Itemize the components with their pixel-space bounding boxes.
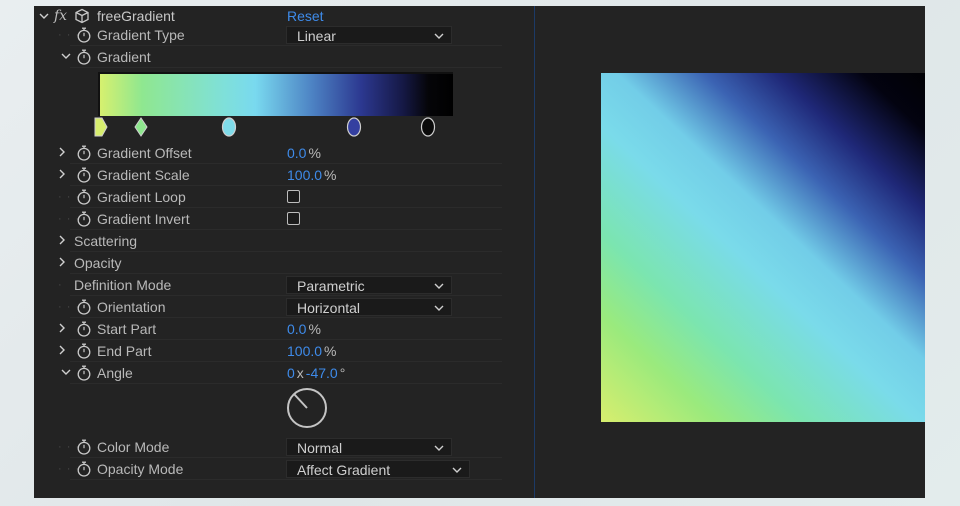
gradient-color-stop[interactable] <box>94 117 108 142</box>
start-part-label: Start Part <box>97 321 157 337</box>
color-mode-value: Normal <box>297 440 343 456</box>
twirl-right-icon[interactable] <box>56 233 68 247</box>
stopwatch-icon[interactable] <box>76 461 92 477</box>
effect-controls-panel: fx freeGradient Reset · · · Gradient Typ… <box>34 6 502 498</box>
chevron-down-icon <box>433 27 445 45</box>
definition-mode-value: Parametric <box>297 278 365 294</box>
gradient-invert-checkbox[interactable] <box>287 212 300 225</box>
panel-divider[interactable] <box>534 6 535 498</box>
stopwatch-icon[interactable] <box>76 145 92 161</box>
gradient-loop-label: Gradient Loop <box>97 189 186 205</box>
after-effects-window: fx freeGradient Reset · · · Gradient Typ… <box>34 6 925 498</box>
angle-degrees[interactable]: -47.0 <box>306 365 338 381</box>
reset-link[interactable]: Reset <box>287 6 324 26</box>
twirl-right-icon[interactable] <box>56 321 68 335</box>
gradient-type-label: Gradient Type <box>97 27 185 43</box>
gradient-loop-row: · · · Gradient Loop <box>34 186 502 208</box>
opacity-mode-label: Opacity Mode <box>97 461 184 477</box>
chevron-down-icon <box>433 439 445 457</box>
opacity-mode-value: Affect Gradient <box>297 462 391 478</box>
color-mode-dropdown[interactable]: Normal <box>286 438 452 456</box>
gradient-preview-layer[interactable] <box>601 73 925 422</box>
twirl-right-icon[interactable] <box>56 343 68 357</box>
orientation-dropdown[interactable]: Horizontal <box>286 298 452 316</box>
gradient-offset-label: Gradient Offset <box>97 145 192 161</box>
chevron-down-icon <box>433 299 445 317</box>
gradient-color-stop[interactable] <box>221 117 237 142</box>
gradient-scale-row: Gradient Scale 100.0% <box>34 164 502 186</box>
definition-mode-row: · Definition Mode Parametric <box>34 274 502 296</box>
start-part-row: Start Part 0.0% <box>34 318 502 340</box>
stopwatch-icon[interactable] <box>76 439 92 455</box>
gradient-scale-value[interactable]: 100.0% <box>287 164 337 186</box>
chevron-down-icon <box>433 277 445 295</box>
gradient-offset-row: Gradient Offset 0.0% <box>34 142 502 164</box>
twirl-down-icon[interactable] <box>60 49 72 63</box>
chevron-down-icon <box>451 461 463 479</box>
color-mode-row: · · · Color Mode Normal <box>34 436 502 458</box>
opacity-label: Opacity <box>74 255 122 271</box>
twirl-down-icon[interactable] <box>38 9 50 23</box>
stopwatch-icon[interactable] <box>76 299 92 315</box>
angle-dial-icon[interactable] <box>286 387 328 429</box>
stopwatch-icon[interactable] <box>76 211 92 227</box>
opacity-mode-dropdown[interactable]: Affect Gradient <box>286 460 470 478</box>
scattering-label: Scattering <box>74 233 138 249</box>
gradient-row: Gradient <box>34 46 502 68</box>
composition-viewer[interactable] <box>540 6 925 498</box>
gradient-invert-row: · · · Gradient Invert <box>34 208 502 230</box>
twirl-down-icon[interactable] <box>60 365 72 379</box>
end-part-value[interactable]: 100.0% <box>287 340 337 362</box>
gradient-invert-label: Gradient Invert <box>97 211 190 227</box>
angle-revolutions[interactable]: 0 <box>287 365 295 381</box>
orientation-value: Horizontal <box>297 300 361 316</box>
twirl-right-icon[interactable] <box>56 167 68 181</box>
scattering-group: Scattering <box>34 230 502 252</box>
orientation-row: · · · Orientation Horizontal <box>34 296 502 318</box>
end-part-label: End Part <box>97 343 152 359</box>
gradient-type-dropdown[interactable]: Linear <box>286 26 452 44</box>
angle-value[interactable]: 0 x -47.0 ° <box>287 362 345 384</box>
angle-label: Angle <box>97 365 133 381</box>
stopwatch-icon[interactable] <box>76 321 92 337</box>
twirl-right-icon[interactable] <box>56 145 68 159</box>
start-part-value[interactable]: 0.0% <box>287 318 321 340</box>
gradient-editor-bar[interactable] <box>98 72 453 116</box>
stopwatch-icon[interactable] <box>76 189 92 205</box>
gradient-loop-checkbox[interactable] <box>287 190 300 203</box>
cube-icon <box>74 8 90 24</box>
effect-name: freeGradient <box>97 8 175 24</box>
definition-mode-label: Definition Mode <box>74 277 172 293</box>
fx-icon[interactable]: fx <box>54 6 67 26</box>
gradient-type-row: · · · Gradient Type Linear <box>34 24 502 46</box>
gradient-color-stop[interactable] <box>133 117 148 142</box>
color-mode-label: Color Mode <box>97 439 170 455</box>
gradient-type-value: Linear <box>297 28 336 44</box>
angle-row: Angle 0 x -47.0 ° <box>34 362 502 384</box>
opacity-group: Opacity <box>34 252 502 274</box>
end-part-row: End Part 100.0% <box>34 340 502 362</box>
stopwatch-icon[interactable] <box>76 27 92 43</box>
stopwatch-icon[interactable] <box>76 365 92 381</box>
gradient-label: Gradient <box>97 49 151 65</box>
opacity-mode-row: · · · Opacity Mode Affect Gradient <box>34 458 502 480</box>
definition-mode-dropdown[interactable]: Parametric <box>286 276 452 294</box>
gradient-offset-value[interactable]: 0.0% <box>287 142 321 164</box>
stopwatch-icon[interactable] <box>76 343 92 359</box>
stopwatch-icon[interactable] <box>76 49 92 65</box>
gradient-scale-label: Gradient Scale <box>97 167 190 183</box>
gradient-color-stop[interactable] <box>420 117 436 142</box>
stopwatch-icon[interactable] <box>76 167 92 183</box>
gradient-color-stop[interactable] <box>346 117 362 142</box>
twirl-right-icon[interactable] <box>56 255 68 269</box>
orientation-label: Orientation <box>97 299 166 315</box>
